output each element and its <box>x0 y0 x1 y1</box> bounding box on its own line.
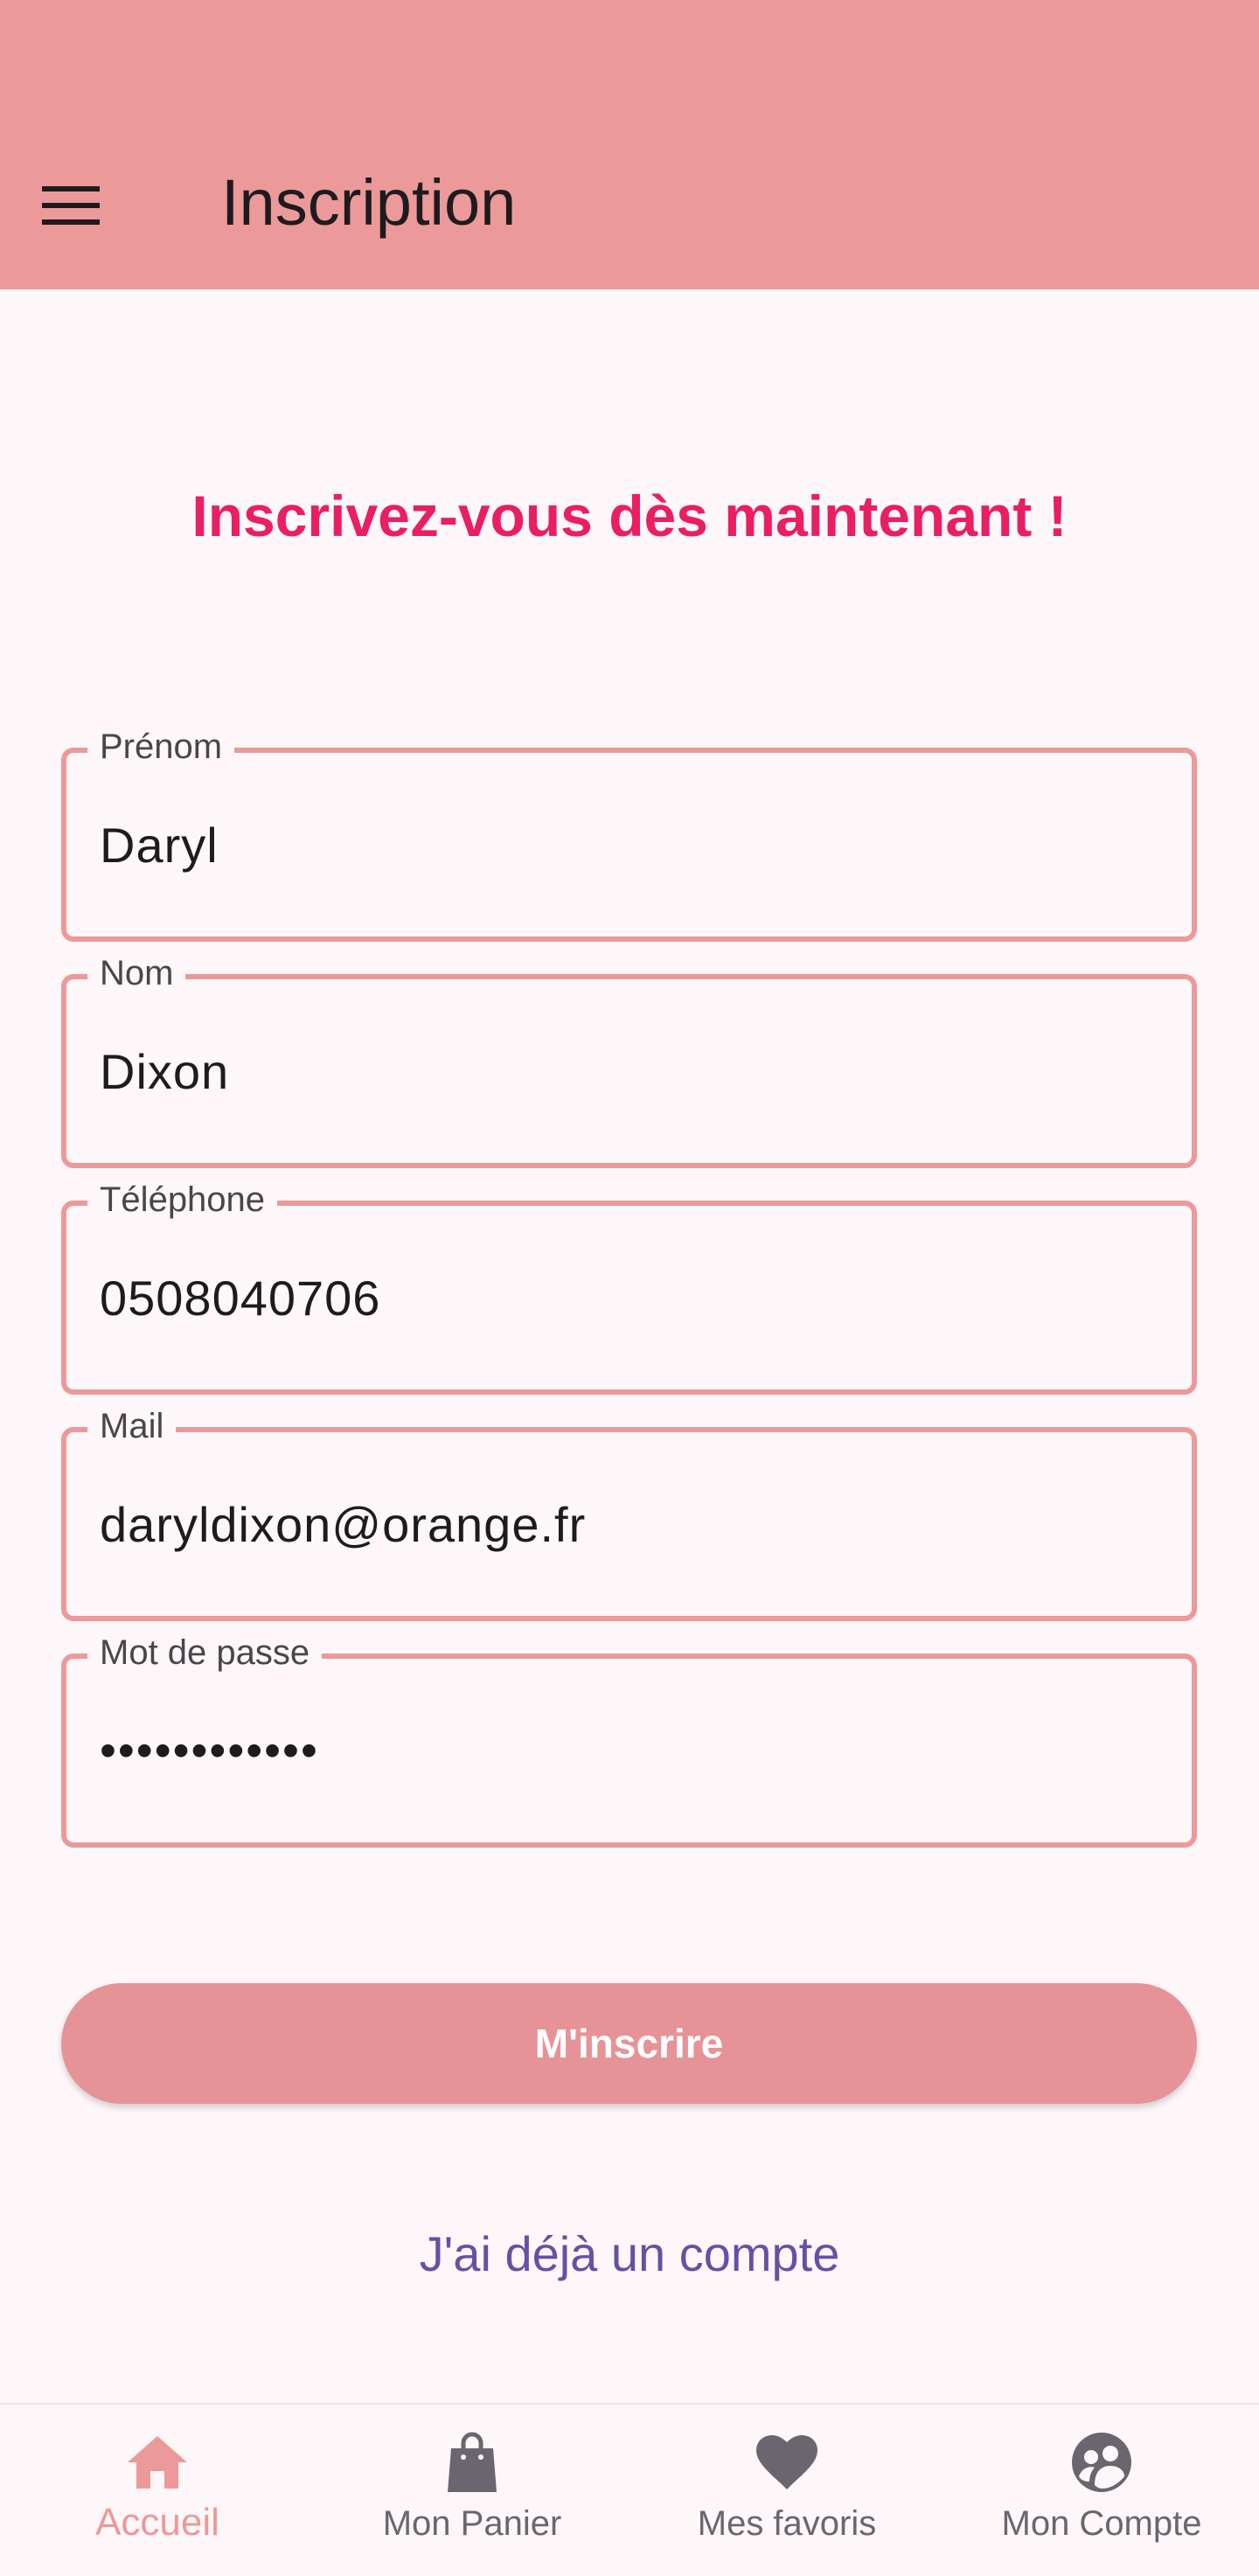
nav-label-account: Mon Compte <box>1001 2504 1202 2543</box>
signup-button[interactable]: M'inscrire <box>61 1983 1197 2104</box>
heart-icon <box>752 2427 822 2497</box>
nav-item-favorites[interactable]: Mes favoris <box>630 2405 944 2576</box>
last-name-field[interactable]: Nom Dixon <box>61 951 1197 1168</box>
nav-item-home[interactable]: Accueil <box>0 2405 315 2576</box>
menu-icon <box>42 184 100 226</box>
account-group-icon <box>1067 2427 1137 2497</box>
nav-label-cart: Mon Panier <box>382 2504 562 2543</box>
existing-account-link[interactable]: J'ai déjà un compte <box>0 2225 1259 2282</box>
shopping-bag-icon <box>437 2427 507 2497</box>
first-name-value[interactable]: Daryl <box>100 748 1162 942</box>
password-field[interactable]: Mot de passe •••••••••••• <box>61 1631 1197 1848</box>
home-icon <box>122 2427 192 2497</box>
phone-value[interactable]: 0508040706 <box>100 1201 1162 1395</box>
password-value[interactable]: •••••••••••• <box>100 1654 1162 1848</box>
email-field[interactable]: Mail daryldixon@orange.fr <box>61 1404 1197 1621</box>
nav-label-favorites: Mes favoris <box>697 2504 877 2543</box>
bottom-navigation: Accueil Mon Panier Mes favoris Mon Compt… <box>0 2403 1259 2576</box>
email-value[interactable]: daryldixon@orange.fr <box>100 1427 1162 1621</box>
nav-item-cart[interactable]: Mon Panier <box>315 2405 630 2576</box>
app-bar: Inscription <box>0 0 1259 289</box>
menu-button[interactable] <box>42 171 129 240</box>
first-name-field[interactable]: Prénom Daryl <box>61 725 1197 942</box>
phone-field[interactable]: Téléphone 0508040706 <box>61 1178 1197 1395</box>
last-name-value[interactable]: Dixon <box>100 974 1162 1168</box>
signup-headline: Inscrivez-vous dès maintenant ! <box>191 484 1068 548</box>
page-title: Inscription <box>221 166 517 239</box>
nav-item-account[interactable]: Mon Compte <box>944 2405 1259 2576</box>
nav-label-home: Accueil <box>95 2501 219 2544</box>
